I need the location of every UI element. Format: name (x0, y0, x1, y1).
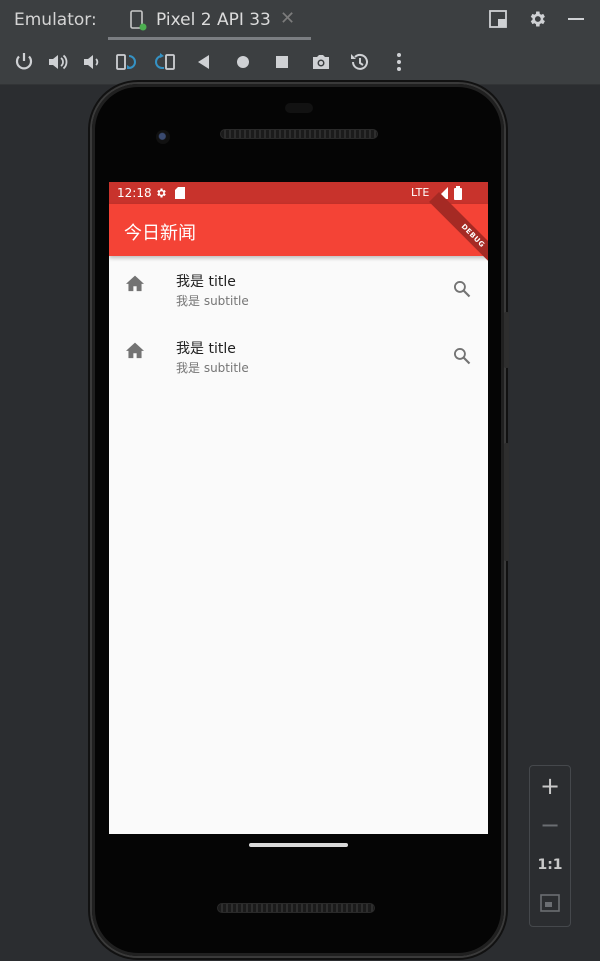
zoom-actual-size-button[interactable]: 1:1 (530, 857, 570, 887)
list-item[interactable]: 我是 title 我是 subtitle (109, 256, 488, 323)
list-item-title: 我是 title (176, 341, 236, 357)
tab-device-label: Pixel 2 API 33 (156, 10, 271, 30)
home-icon (126, 275, 144, 292)
list-item[interactable]: 我是 title 我是 subtitle (109, 323, 488, 390)
minimize-icon[interactable] (566, 9, 586, 29)
bottom-speaker (217, 903, 375, 913)
phone-device-icon (130, 10, 147, 31)
camera-icon[interactable] (309, 50, 333, 74)
list-item-subtitle: 我是 subtitle (176, 361, 249, 375)
volume-down-icon[interactable] (80, 50, 104, 74)
zoom-out-button[interactable]: − (530, 811, 570, 841)
settings-status-icon (157, 188, 166, 198)
tab-close-icon[interactable]: ✕ (280, 8, 295, 29)
power-icon[interactable] (12, 50, 36, 74)
list-item-subtitle: 我是 subtitle (176, 294, 249, 308)
app-bar-title: 今日新闻 (124, 223, 196, 244)
layout-icon[interactable] (488, 9, 508, 29)
emulator-toolbar (0, 40, 600, 85)
gesture-home-bar[interactable] (249, 843, 348, 847)
power-side-button (504, 312, 509, 368)
gear-icon[interactable] (527, 9, 547, 29)
search-icon[interactable] (452, 346, 472, 366)
tab-device[interactable]: Pixel 2 API 33 ✕ (108, 0, 311, 40)
status-time: 12:18 (117, 186, 152, 200)
app-bar: 今日新闻 (109, 204, 488, 256)
device-screen[interactable]: 12:18 LTE 今日新闻 DEBUG 我是 title 我是 subtitl… (109, 182, 488, 834)
home-button-icon[interactable] (231, 50, 255, 74)
rotate-right-icon[interactable] (153, 50, 177, 74)
volume-side-button (504, 443, 509, 561)
proximity-sensor (285, 103, 313, 113)
fit-screen-icon[interactable] (540, 894, 560, 912)
emulator-title-bar: Emulator: Pixel 2 API 33 ✕ (0, 0, 600, 40)
front-camera (156, 130, 170, 144)
more-icon[interactable] (387, 50, 411, 74)
overview-icon[interactable] (270, 50, 294, 74)
emulator-label: Emulator: (14, 10, 97, 30)
snapshot-icon[interactable] (348, 50, 372, 74)
news-list: 我是 title 我是 subtitle 我是 title 我是 subtitl… (109, 256, 488, 390)
search-icon[interactable] (452, 279, 472, 299)
network-type: LTE (411, 186, 430, 199)
list-item-title: 我是 title (176, 274, 236, 290)
back-icon[interactable] (192, 50, 216, 74)
sd-card-icon (175, 187, 185, 199)
home-icon (126, 342, 144, 359)
rotate-left-icon[interactable] (114, 50, 138, 74)
zoom-in-button[interactable]: + (530, 772, 570, 802)
zoom-panel: + − 1:1 (529, 765, 571, 927)
earpiece-speaker (220, 129, 378, 139)
battery-icon (454, 186, 462, 200)
volume-up-icon[interactable] (46, 50, 70, 74)
